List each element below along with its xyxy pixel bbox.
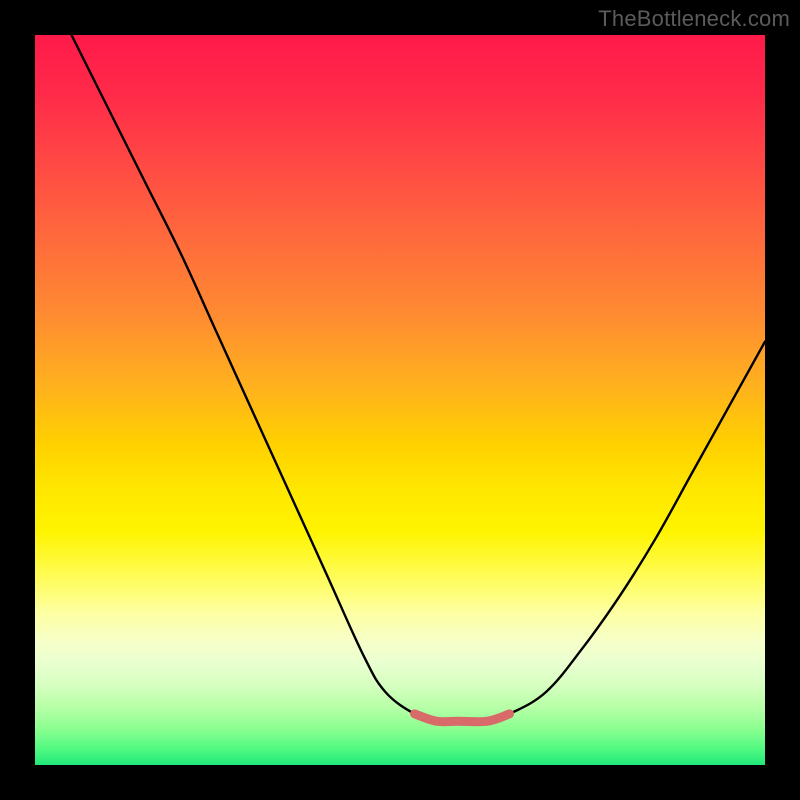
optimal-zone	[415, 714, 510, 722]
plot-area	[35, 35, 765, 765]
watermark-text: TheBottleneck.com	[598, 6, 790, 32]
bottleneck-curve	[72, 35, 766, 722]
curve-svg	[35, 35, 765, 765]
chart-frame: TheBottleneck.com	[0, 0, 800, 800]
